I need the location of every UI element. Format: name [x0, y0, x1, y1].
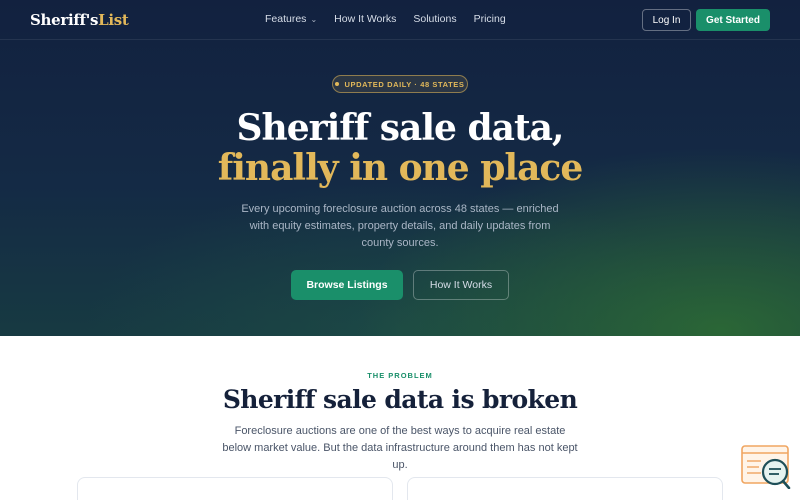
nav-link-label: Pricing [473, 13, 506, 25]
nav-link-features[interactable]: Features ⌄ [265, 13, 317, 25]
section-description: Foreclosure auctions are one of the best… [222, 425, 578, 471]
badge-dot-icon [335, 82, 340, 86]
get-started-button[interactable]: Get Started [696, 9, 770, 31]
problem-card [77, 477, 393, 500]
login-button[interactable]: Log In [642, 9, 691, 31]
how-it-works-button[interactable]: How It Works [413, 270, 509, 300]
section-title: Sheriff sale data is broken [222, 385, 578, 414]
nav-link-label: Features [265, 13, 307, 25]
update-badge: UPDATED DAILY · 48 STATES [332, 75, 468, 93]
hero-title-line2: finally in one place [217, 147, 583, 189]
browse-listings-button[interactable]: Browse Listings [291, 270, 403, 300]
logo-text-accent: List [98, 11, 129, 29]
chevron-down-icon: ⌄ [310, 14, 318, 24]
badge-label: UPDATED DAILY · 48 STATES [344, 79, 465, 89]
top-nav: Sheriff'sList Features ⌄ How It Works So… [0, 0, 800, 40]
nav-link-pricing[interactable]: Pricing [474, 13, 506, 25]
logo[interactable]: Sheriff'sList [30, 11, 129, 29]
nav-link-solutions[interactable]: Solutions [413, 13, 456, 25]
problem-card [407, 477, 723, 500]
logo-text-primary: Sheriff's [30, 11, 99, 29]
hero-section: Sheriff'sList Features ⌄ How It Works So… [0, 0, 800, 336]
chat-support-icon[interactable] [741, 445, 791, 490]
nav-links: Features ⌄ How It Works Solutions Pricin… [265, 13, 506, 25]
hero-title-line1: Sheriff sale data, [236, 107, 565, 149]
nav-link-label: Solutions [413, 13, 457, 25]
section-eyebrow: THE PROBLEM [367, 371, 433, 380]
hero-title: Sheriff sale data, finally in one place [0, 108, 800, 188]
nav-link-how-it-works[interactable]: How It Works [334, 13, 396, 25]
nav-link-label: How It Works [334, 13, 397, 25]
hero-subtitle: Every upcoming foreclosure auction acros… [241, 203, 559, 249]
